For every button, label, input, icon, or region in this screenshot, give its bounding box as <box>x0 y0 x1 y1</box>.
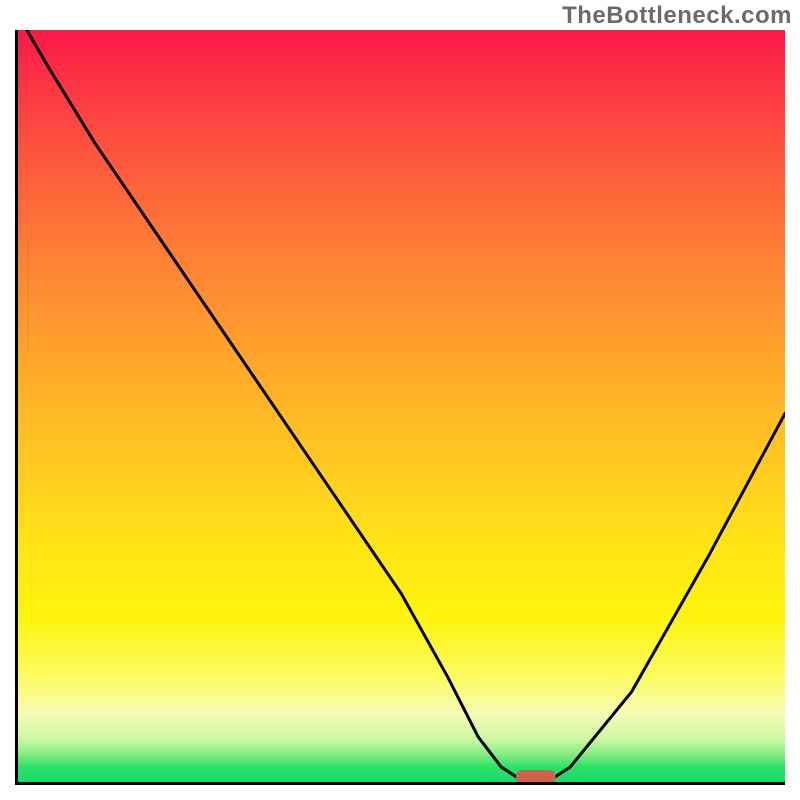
optimal-marker <box>516 770 556 782</box>
curve-svg <box>18 30 785 782</box>
chart-container: TheBottleneck.com <box>0 0 800 800</box>
watermark-text: TheBottleneck.com <box>562 2 792 30</box>
bottleneck-curve <box>18 30 785 782</box>
plot-area <box>15 30 785 785</box>
